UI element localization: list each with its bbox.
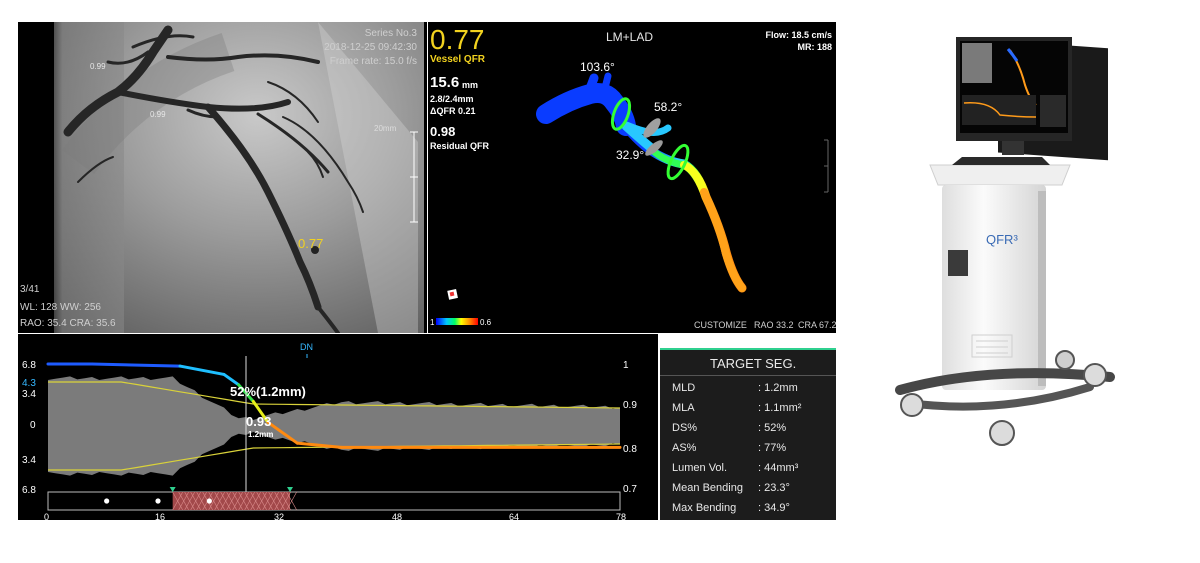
profile-panel[interactable]: DN 6.8 4.3 3.4 0 3.4 6.8 1 0.9 0.8 0.7 0… (18, 334, 658, 520)
target-seg-value: : 44mm³ (758, 462, 799, 474)
target-seg-label: AS% (672, 442, 697, 454)
right-tick: 0.8 (623, 444, 637, 455)
left-tick: 6.8 (22, 360, 36, 371)
frame-rate: Frame rate: 15.0 f/s (329, 56, 417, 67)
profile-chart (46, 354, 622, 511)
bifurcation-angle-mid: 58.2° (654, 100, 683, 114)
target-seg-title: TARGET SEG. (710, 356, 797, 371)
lesion-strip (47, 491, 621, 511)
view-rao: RAO 33.2 (754, 320, 794, 330)
x-tick: 0 (44, 512, 50, 520)
x-tick: 16 (155, 512, 166, 520)
target-seg-value: : 1.2mm (758, 382, 798, 394)
qfr-pullback-segment (90, 362, 182, 368)
x-tick: 48 (392, 512, 403, 520)
target-seg-label: Max Bending (672, 502, 737, 514)
angiogram-panel[interactable]: Series No.3 2018-12-25 09:42:30 Frame ra… (18, 22, 427, 333)
bifurcation-angle-top: 103.6° (580, 60, 615, 74)
target-seg-label: Lumen Vol. (672, 462, 728, 474)
stenosis-label: 52%(1.2mm) (230, 384, 306, 399)
lesion-start-marker (169, 487, 176, 492)
target-seg-label: DS% (672, 422, 698, 434)
lesion-end-marker (287, 487, 293, 492)
bifurcation-angle-bottom: 32.9° (616, 148, 645, 162)
right-tick: 0.7 (623, 484, 637, 495)
vessel-3d-model (436, 72, 829, 325)
qfr-marker: 0.77 (298, 236, 324, 251)
target-seg-divider (660, 375, 836, 376)
target-seg-label: Mean Bending (672, 482, 743, 494)
segment-label: 0.99 (90, 62, 106, 71)
window-level: WL: 128 WW: 256 (20, 302, 101, 313)
qfr-pullback-segment (178, 364, 226, 376)
acquisition-datetime: 2018-12-25 09:42:30 (324, 42, 417, 53)
target-seg-value: : 77% (758, 442, 787, 454)
left-tick: 3.4 (22, 455, 36, 466)
left-tick: 3.4 (22, 389, 36, 400)
target-seg-value: : 1.1mm² (758, 402, 802, 414)
frame-marker (104, 498, 110, 504)
left-tick: 0 (30, 420, 36, 431)
model-panel[interactable]: 0.77 Vessel QFR 15.6 mm 2.8/2.4mm ΔQFR 0… (428, 22, 836, 333)
segment-label: 0.99 (150, 110, 166, 119)
frame-marker (206, 498, 212, 504)
target-seg-value: : 23.3° (758, 482, 790, 494)
x-tick: 32 (274, 512, 285, 520)
lumen-profile (48, 376, 620, 476)
right-tick: 0.9 (623, 400, 637, 411)
gantry-angles: RAO: 35.4 CRA: 35.6 (20, 318, 116, 329)
target-seg-value: : 52% (758, 422, 787, 434)
right-tick: 1 (623, 360, 629, 371)
target-seg-panel: TARGET SEG. MLD : 1.2mm MLA : 1.1mm² DS% : 52… (660, 348, 836, 520)
device-brand-logo: QFR³ (986, 232, 1018, 247)
cursor-qfr: 0.93 (246, 414, 272, 429)
x-tick: 64 (509, 512, 520, 520)
dn-label: DN (300, 342, 313, 352)
scale-label: 20mm (374, 124, 397, 133)
x-tick: 78 (616, 512, 627, 520)
cursor-diameter: 1.2mm (248, 430, 274, 439)
left-tick: 6.8 (22, 485, 36, 496)
target-seg-accent (660, 348, 836, 350)
view-cra: CRA 67.2 (798, 320, 836, 330)
angiogram-image (54, 22, 424, 333)
left-tick: 4.3 (22, 378, 36, 389)
color-bar-max: 0.6 (480, 318, 492, 327)
frame-marker (155, 498, 161, 504)
target-seg-value: : 34.9° (758, 502, 790, 514)
series-label: Series No.3 (364, 28, 417, 39)
color-bar-min: 1 (430, 318, 435, 327)
frame-counter: 3/41 (20, 284, 40, 295)
target-seg-label: MLD (672, 382, 696, 394)
customize-button[interactable]: CUSTOMIZE (694, 320, 747, 330)
target-seg-label: MLA (672, 402, 695, 414)
